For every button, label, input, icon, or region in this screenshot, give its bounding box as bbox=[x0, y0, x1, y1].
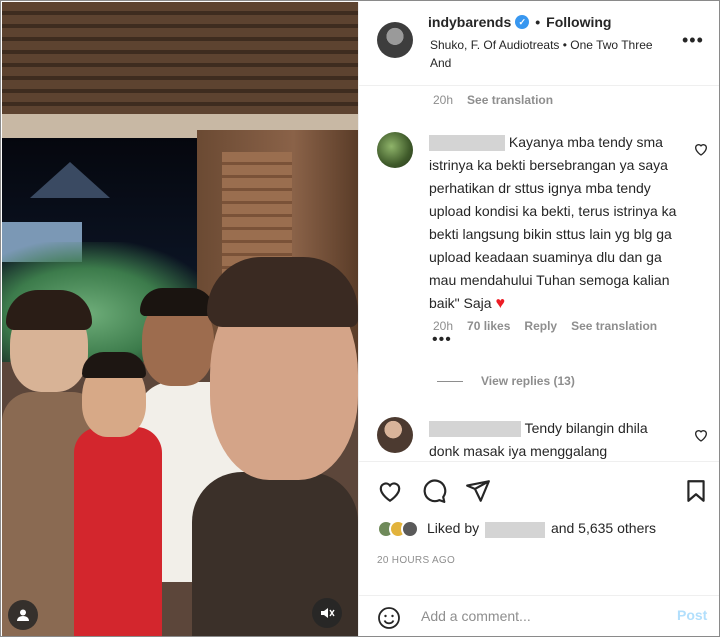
more-icon[interactable]: ••• bbox=[682, 30, 704, 51]
person-3-hair bbox=[140, 288, 214, 316]
comment-2-like-heart-icon[interactable] bbox=[693, 427, 709, 443]
commenter-1-avatar[interactable] bbox=[377, 132, 413, 168]
bookmark-icon[interactable] bbox=[683, 478, 709, 504]
person-2-hair bbox=[82, 352, 146, 378]
liker-avatar bbox=[401, 520, 419, 538]
comment-1-text: Kayanya mba tendy sma istrinya ka bekti … bbox=[429, 134, 677, 311]
author-avatar[interactable] bbox=[377, 22, 413, 58]
comment-1-like-heart-icon[interactable] bbox=[693, 141, 709, 157]
comments-list[interactable]: 20h See translation Kayanya mba tendy sm… bbox=[359, 87, 719, 460]
mute-button[interactable] bbox=[312, 598, 342, 628]
view-replies-line bbox=[437, 380, 463, 382]
comment-1-reply[interactable]: Reply bbox=[524, 319, 557, 333]
view-replies-label: View replies (13) bbox=[481, 374, 575, 388]
audio-attribution[interactable]: Shuko, F. Of Audiotreats • One Two Three… bbox=[430, 36, 660, 72]
post-header: indybarends ✓ • Following Shuko, F. Of A… bbox=[359, 2, 719, 86]
comment-1-options-icon[interactable]: ••• bbox=[432, 332, 452, 348]
commenter-1-username-blurred[interactable] bbox=[429, 135, 505, 152]
comment-1-see-translation[interactable]: See translation bbox=[571, 319, 657, 333]
comment-input[interactable] bbox=[421, 608, 661, 624]
person-1-hair bbox=[6, 290, 92, 330]
likes-count-label[interactable]: and 5,635 others bbox=[551, 520, 656, 536]
comment-bar: Post bbox=[359, 595, 719, 636]
likes-text: Liked by and 5,635 others bbox=[427, 520, 656, 538]
roof bbox=[30, 162, 110, 198]
author-line: indybarends ✓ • Following bbox=[428, 14, 611, 30]
comment-icon[interactable] bbox=[421, 478, 447, 504]
liker-username-blurred[interactable] bbox=[485, 521, 546, 538]
ceiling bbox=[2, 2, 358, 130]
caption-meta: 20h See translation bbox=[433, 93, 553, 107]
mute-icon bbox=[321, 608, 335, 618]
post-actions bbox=[359, 461, 719, 521]
likes-summary[interactable]: Liked by and 5,635 others bbox=[377, 520, 656, 538]
comment-1: Kayanya mba tendy sma istrinya ka bekti … bbox=[429, 131, 679, 315]
view-replies-button[interactable]: View replies (13) bbox=[437, 374, 575, 388]
verified-icon: ✓ bbox=[515, 15, 530, 29]
liked-by-label: Liked by bbox=[427, 520, 480, 537]
comment-1-likes[interactable]: 70 likes bbox=[467, 319, 510, 333]
following-button[interactable]: Following bbox=[546, 14, 611, 30]
commenter-2-avatar[interactable] bbox=[377, 417, 413, 453]
heart-icon[interactable] bbox=[377, 478, 403, 504]
caption-time: 20h bbox=[433, 93, 454, 107]
share-icon[interactable] bbox=[465, 478, 491, 504]
red-heart-emoji-icon: ♥ bbox=[495, 295, 505, 312]
commenter-2-username-blurred[interactable] bbox=[429, 421, 521, 438]
separator-dot: • bbox=[535, 14, 541, 30]
post-button[interactable]: Post bbox=[677, 607, 707, 623]
comment-2: Tendy bilangin dhila donk masak iya meng… bbox=[429, 417, 679, 460]
post-photo[interactable] bbox=[2, 2, 358, 636]
person-2-body bbox=[74, 427, 162, 636]
caption-see-translation[interactable]: See translation bbox=[467, 93, 553, 107]
person-4-hair bbox=[207, 257, 358, 327]
comment-1-meta: 20h 70 likes Reply See translation bbox=[433, 319, 657, 333]
emoji-icon[interactable] bbox=[377, 606, 401, 630]
author-username[interactable]: indybarends bbox=[428, 14, 511, 30]
post-details-panel: indybarends ✓ • Following Shuko, F. Of A… bbox=[358, 2, 719, 636]
post-timestamp[interactable]: 20 HOURS AGO bbox=[377, 555, 455, 566]
user-tag-icon bbox=[17, 609, 29, 621]
instagram-post-window: indybarends ✓ • Following Shuko, F. Of A… bbox=[0, 0, 720, 637]
user-tag-button[interactable] bbox=[8, 600, 38, 630]
